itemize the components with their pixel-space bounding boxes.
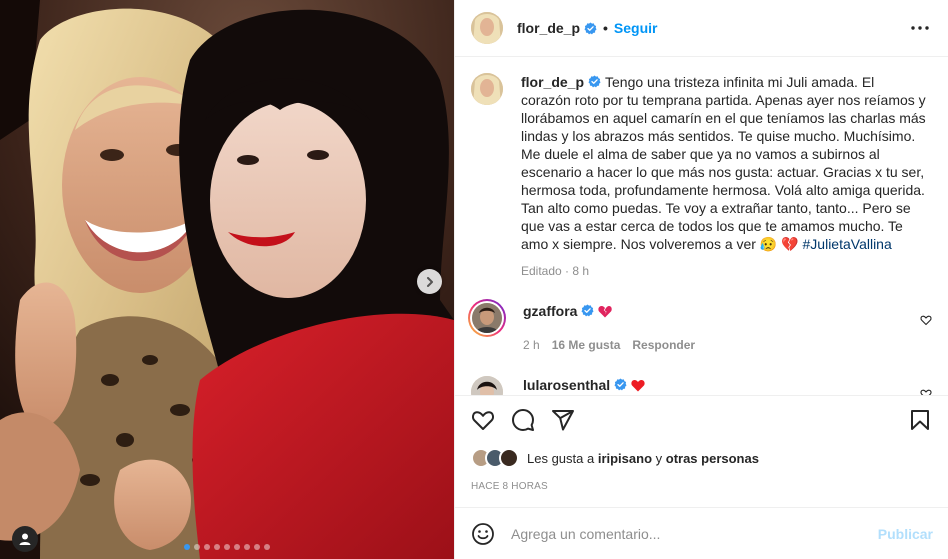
carousel-dot <box>244 544 250 550</box>
red-heart-icon <box>631 379 645 392</box>
verified-badge-icon <box>584 21 597 34</box>
verified-badge-icon <box>588 75 601 88</box>
comment-time[interactable]: 2 h <box>523 338 540 352</box>
comment-button[interactable] <box>511 408 535 432</box>
comment-meta: 2 h 16 Me gusta Responder <box>523 338 903 352</box>
header-user: flor_de_p • Seguir <box>517 20 658 36</box>
carousel-dot <box>224 544 230 550</box>
caption-body: flor_de_p Tengo una tristeza infinita mi… <box>521 73 927 278</box>
profile-picture <box>472 303 502 333</box>
avatar[interactable] <box>471 12 503 44</box>
carousel-dot <box>214 544 220 550</box>
comment-text: gzaffora <box>523 302 903 320</box>
verified-badge-icon <box>581 304 594 317</box>
emoji-icon[interactable] <box>471 522 495 546</box>
caption-emojis: 😥 💔 <box>759 236 799 252</box>
broken-heart-icon <box>598 305 613 318</box>
more-options-button[interactable] <box>908 16 932 40</box>
more-icon <box>911 26 929 30</box>
comment-input[interactable] <box>511 525 878 542</box>
caption-message: Tengo una tristeza infinita mi Juli amad… <box>521 74 926 252</box>
add-comment-form: Publicar <box>455 507 948 559</box>
like-button[interactable] <box>471 408 495 432</box>
comment-item: lularosenthal <box>471 376 932 395</box>
carousel-indicator <box>0 544 454 550</box>
comment-likes[interactable]: 16 Me gusta <box>552 338 621 352</box>
share-button[interactable] <box>551 408 575 432</box>
carousel-dot <box>264 544 270 550</box>
post-header: flor_de_p • Seguir <box>455 0 948 57</box>
action-bar <box>471 396 932 444</box>
post-actions: Les gusta a iripisano y otras personas H… <box>455 395 948 506</box>
instagram-post: flor_de_p • Seguir flor_de_p Tengo una t… <box>0 0 948 559</box>
comment-item: gzaffora 2 h 16 Me gusta Responder <box>468 299 932 352</box>
caption-username[interactable]: flor_de_p <box>521 74 584 90</box>
caption-text: flor_de_p Tengo una tristeza infinita mi… <box>521 73 927 253</box>
profile-picture <box>471 73 503 105</box>
header-username[interactable]: flor_de_p <box>517 20 580 36</box>
comment-username[interactable]: lularosenthal <box>523 377 610 393</box>
verified-badge-icon <box>614 378 627 391</box>
story-ring[interactable] <box>468 299 506 337</box>
liker-username[interactable]: iripisano <box>598 451 652 466</box>
comment-username[interactable]: gzaffora <box>523 303 577 319</box>
header-separator: • <box>603 20 608 36</box>
avatar <box>499 448 519 468</box>
heart-outline-icon[interactable] <box>920 388 932 395</box>
post-photo <box>0 0 454 559</box>
bookmark-icon <box>911 410 929 430</box>
avatar[interactable] <box>471 73 503 105</box>
avatar[interactable] <box>471 376 503 395</box>
likes-prefix: Les gusta a <box>527 450 598 466</box>
comment-body: gzaffora 2 h 16 Me gusta Responder <box>523 302 903 352</box>
post-media[interactable] <box>0 0 454 559</box>
carousel-dot <box>234 544 240 550</box>
publish-button[interactable]: Publicar <box>878 526 933 542</box>
profile-picture <box>471 12 503 44</box>
heart-icon <box>471 411 495 430</box>
caption: flor_de_p Tengo una tristeza infinita mi… <box>471 73 932 278</box>
profile-picture <box>471 376 503 395</box>
carousel-dot <box>194 544 200 550</box>
likes-summary: Les gusta a iripisano y otras personas <box>471 444 932 472</box>
likes-text: Les gusta a iripisano y otras personas <box>527 451 759 466</box>
heart-outline-icon[interactable] <box>920 314 932 326</box>
follow-button[interactable]: Seguir <box>614 20 658 36</box>
next-photo-button[interactable] <box>417 269 442 294</box>
comment-body: lularosenthal <box>523 376 903 395</box>
comment-text: lularosenthal <box>523 376 903 394</box>
carousel-dot <box>254 544 260 550</box>
save-button[interactable] <box>908 408 932 432</box>
likes-middle: y <box>652 450 666 466</box>
carousel-dot <box>204 544 210 550</box>
avatar <box>472 303 502 333</box>
like-avatars[interactable] <box>471 448 523 468</box>
comments-list[interactable]: flor_de_p Tengo una tristeza infinita mi… <box>455 57 948 395</box>
other-likers-link[interactable]: otras personas <box>666 451 759 466</box>
reply-button[interactable]: Responder <box>632 338 695 352</box>
send-icon <box>552 410 574 431</box>
comment-icon <box>512 409 534 431</box>
carousel-dot <box>184 544 190 550</box>
chevron-right-icon <box>426 276 433 287</box>
post-timestamp[interactable]: HACE 8 HORAS <box>471 481 932 492</box>
post-side-panel: flor_de_p • Seguir flor_de_p Tengo una t… <box>454 0 948 559</box>
caption-meta: Editado · 8 h <box>521 264 590 278</box>
hashtag-link[interactable]: #JulietaVallina <box>803 236 892 252</box>
